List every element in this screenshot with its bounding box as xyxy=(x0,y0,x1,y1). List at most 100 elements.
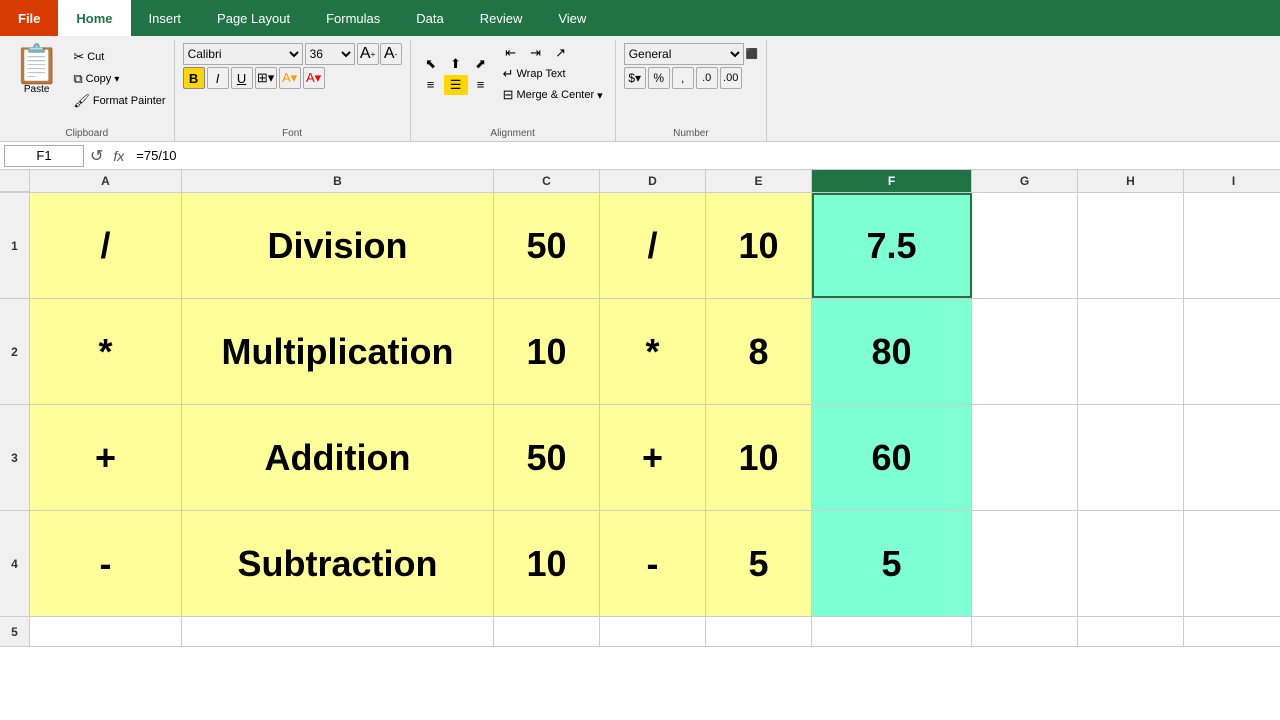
italic-button[interactable]: I xyxy=(207,67,229,89)
cell-I3[interactable] xyxy=(1184,405,1280,510)
row-header-5[interactable]: 5 xyxy=(0,617,30,646)
undo-icon[interactable]: ↺ xyxy=(88,144,105,168)
align-center-button[interactable]: ☰ xyxy=(444,75,468,95)
cell-E2[interactable]: 8 xyxy=(706,299,812,404)
wrap-text-button[interactable]: ↵ Wrap Text xyxy=(499,64,607,84)
cell-reference-input[interactable] xyxy=(4,145,84,167)
cell-I1[interactable] xyxy=(1184,193,1280,298)
cell-A3[interactable]: + xyxy=(30,405,182,510)
row-header-2[interactable]: 2 xyxy=(0,299,30,404)
cut-button[interactable]: ✂ Cut xyxy=(69,47,169,67)
col-header-H[interactable]: H xyxy=(1078,170,1184,192)
font-size-select[interactable]: 36 xyxy=(305,43,355,65)
font-color-button[interactable]: A▾ xyxy=(303,67,325,89)
cell-C2[interactable]: 10 xyxy=(494,299,600,404)
tab-insert[interactable]: Insert xyxy=(131,0,200,36)
cell-E3[interactable]: 10 xyxy=(706,405,812,510)
cell-D5[interactable] xyxy=(600,617,706,646)
cell-A4[interactable]: - xyxy=(30,511,182,616)
cell-C4[interactable]: 10 xyxy=(494,511,600,616)
tab-review[interactable]: Review xyxy=(462,0,541,36)
col-header-A[interactable]: A xyxy=(30,170,182,192)
cell-E1[interactable]: 10 xyxy=(706,193,812,298)
align-top-center-button[interactable]: ⬆ xyxy=(444,54,468,74)
currency-button[interactable]: $▾ xyxy=(624,67,646,89)
paste-button[interactable]: 📋 Paste xyxy=(8,43,65,98)
bold-button[interactable]: B xyxy=(183,67,205,89)
merge-center-button[interactable]: ⊟ Merge & Center ▾ xyxy=(499,85,607,105)
tab-formulas[interactable]: Formulas xyxy=(308,0,398,36)
font-name-select[interactable]: Calibri xyxy=(183,43,303,65)
number-format-select[interactable]: General xyxy=(624,43,744,65)
fill-color-button[interactable]: A▾ xyxy=(279,67,301,89)
cell-I4[interactable] xyxy=(1184,511,1280,616)
borders-button[interactable]: ⊞▾ xyxy=(255,67,277,89)
increase-indent-button[interactable]: ⇥ xyxy=(524,43,548,63)
cell-C5[interactable] xyxy=(494,617,600,646)
align-top-right-button[interactable]: ⬈ xyxy=(469,54,493,74)
copy-button[interactable]: ⧉ Copy ▾ xyxy=(69,69,169,89)
cell-I5[interactable] xyxy=(1184,617,1280,646)
cell-I2[interactable] xyxy=(1184,299,1280,404)
formula-input[interactable] xyxy=(132,145,1276,167)
col-header-F[interactable]: F xyxy=(812,170,972,192)
cell-B2[interactable]: Multiplication xyxy=(182,299,494,404)
tab-data[interactable]: Data xyxy=(398,0,461,36)
cell-A5[interactable] xyxy=(30,617,182,646)
cell-H5[interactable] xyxy=(1078,617,1184,646)
tab-file[interactable]: File xyxy=(0,0,58,36)
col-header-D[interactable]: D xyxy=(600,170,706,192)
cell-H4[interactable] xyxy=(1078,511,1184,616)
align-top-left-button[interactable]: ⬉ xyxy=(419,54,443,74)
cell-D4[interactable]: - xyxy=(600,511,706,616)
col-header-G[interactable]: G xyxy=(972,170,1078,192)
col-header-I[interactable]: I xyxy=(1184,170,1280,192)
cell-H3[interactable] xyxy=(1078,405,1184,510)
cell-E4[interactable]: 5 xyxy=(706,511,812,616)
cell-F5[interactable] xyxy=(812,617,972,646)
cell-C3[interactable]: 50 xyxy=(494,405,600,510)
cell-F4[interactable]: 5 xyxy=(812,511,972,616)
cell-G2[interactable] xyxy=(972,299,1078,404)
format-painter-button[interactable]: 🖌 Format Painter xyxy=(69,91,169,111)
tab-view[interactable]: View xyxy=(540,0,604,36)
comma-button[interactable]: , xyxy=(672,67,694,89)
cell-D2[interactable]: * xyxy=(600,299,706,404)
increase-font-button[interactable]: A+ xyxy=(357,43,379,65)
percent-button[interactable]: % xyxy=(648,67,670,89)
row-header-3[interactable]: 3 xyxy=(0,405,30,510)
align-left-button[interactable]: ≡ xyxy=(419,75,443,95)
cell-H1[interactable] xyxy=(1078,193,1184,298)
cell-G4[interactable] xyxy=(972,511,1078,616)
cell-F1[interactable]: 7.5 xyxy=(812,193,972,298)
increase-decimal-button[interactable]: .00 xyxy=(720,67,742,89)
col-header-E[interactable]: E xyxy=(706,170,812,192)
cell-F2[interactable]: 80 xyxy=(812,299,972,404)
col-header-C[interactable]: C xyxy=(494,170,600,192)
underline-button[interactable]: U xyxy=(231,67,253,89)
decrease-decimal-button[interactable]: .0 xyxy=(696,67,718,89)
col-header-B[interactable]: B xyxy=(182,170,494,192)
cell-G3[interactable] xyxy=(972,405,1078,510)
cell-E5[interactable] xyxy=(706,617,812,646)
cell-B3[interactable]: Addition xyxy=(182,405,494,510)
orientation-button[interactable]: ↗ xyxy=(549,43,573,63)
decrease-font-button[interactable]: A- xyxy=(380,43,402,65)
cell-C1[interactable]: 50 xyxy=(494,193,600,298)
decrease-indent-button[interactable]: ⇤ xyxy=(499,43,523,63)
cell-A1[interactable]: / xyxy=(30,193,182,298)
cell-G1[interactable] xyxy=(972,193,1078,298)
cell-B5[interactable] xyxy=(182,617,494,646)
row-header-4[interactable]: 4 xyxy=(0,511,30,616)
cell-D1[interactable]: / xyxy=(600,193,706,298)
select-all-corner[interactable] xyxy=(0,170,30,192)
cell-H2[interactable] xyxy=(1078,299,1184,404)
cell-A2[interactable]: * xyxy=(30,299,182,404)
tab-home[interactable]: Home xyxy=(58,0,130,36)
cell-F3[interactable]: 60 xyxy=(812,405,972,510)
cell-D3[interactable]: + xyxy=(600,405,706,510)
cell-B1[interactable]: Division xyxy=(182,193,494,298)
align-right-button[interactable]: ≡ xyxy=(469,75,493,95)
cell-B4[interactable]: Subtraction xyxy=(182,511,494,616)
tab-page-layout[interactable]: Page Layout xyxy=(199,0,308,36)
